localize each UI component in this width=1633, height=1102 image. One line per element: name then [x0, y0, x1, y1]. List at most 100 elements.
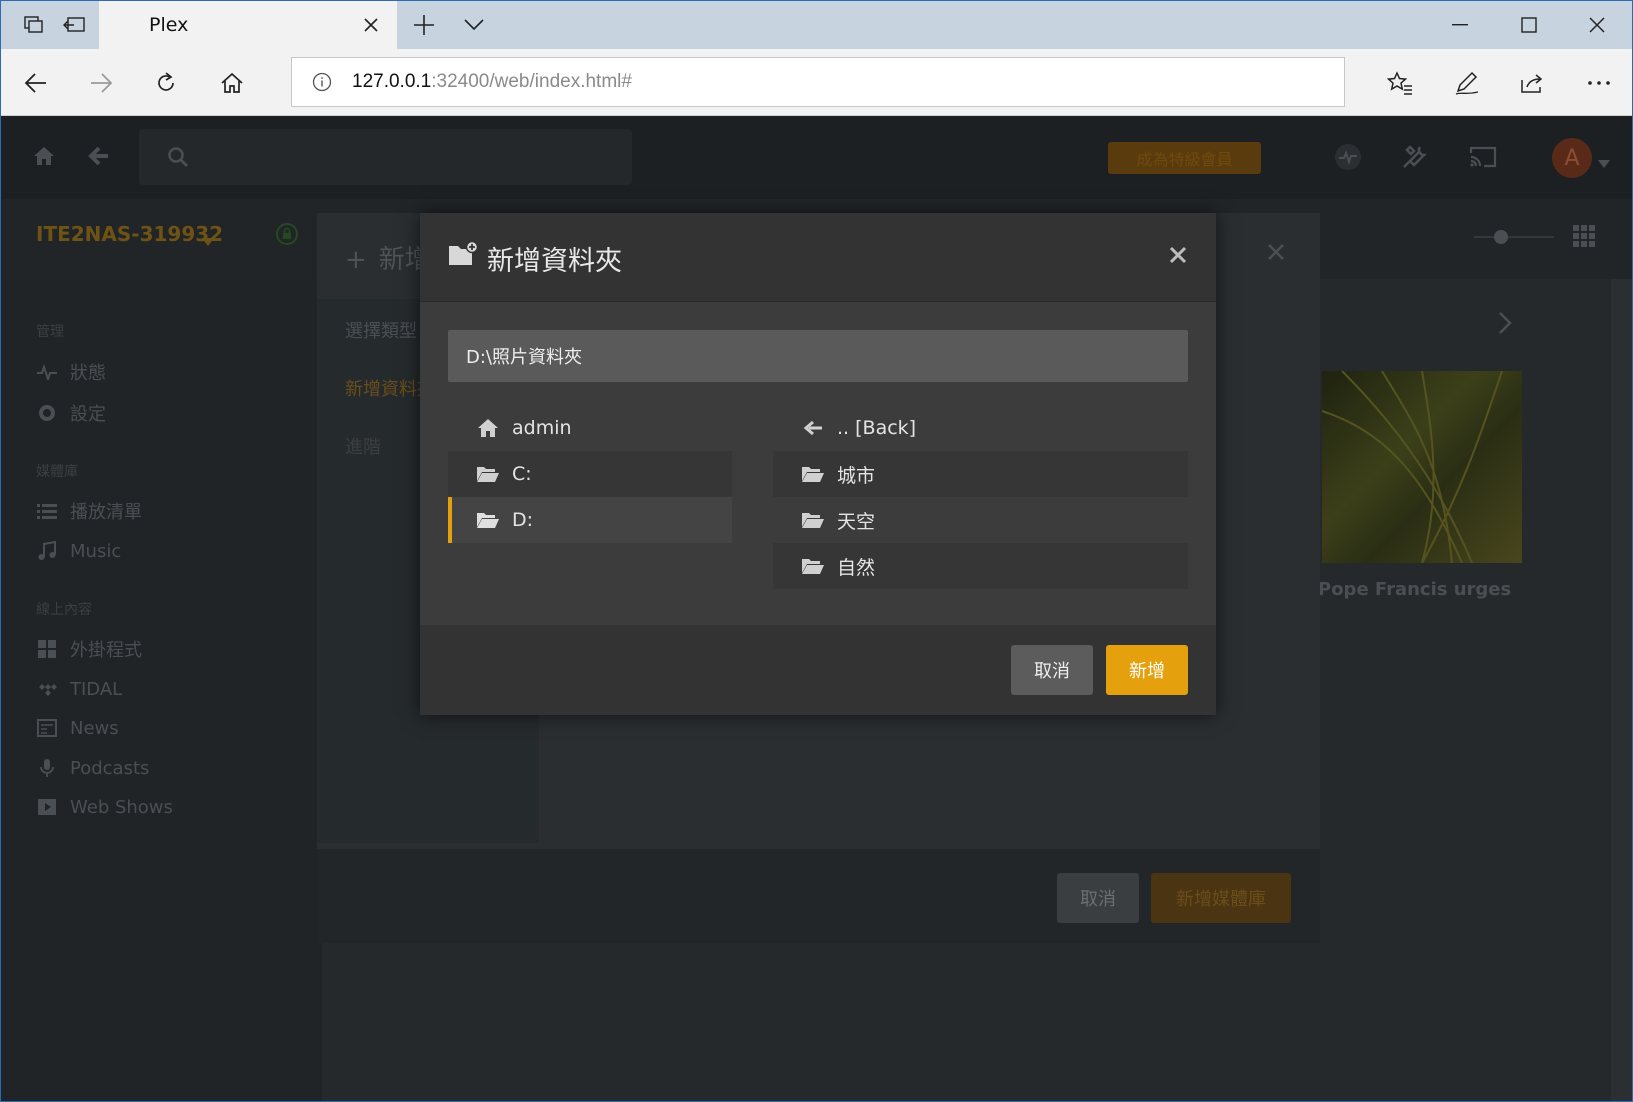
home-icon[interactable] — [208, 59, 256, 107]
cancel-button[interactable]: 取消 — [1011, 645, 1093, 695]
dialog-title: 新增資料夾 — [487, 246, 622, 277]
cast-icon[interactable] — [1468, 145, 1498, 173]
forward-arrow-icon[interactable] — [77, 59, 125, 107]
sidebar-item-label: 設定 — [70, 404, 106, 425]
add-button[interactable]: 新增 — [1106, 645, 1188, 695]
sidebar-item-label: 播放清單 — [70, 502, 142, 523]
folder-open-icon — [799, 555, 827, 577]
search-icon — [167, 146, 189, 172]
server-dropdown-caret-icon[interactable] — [202, 231, 214, 250]
sidebar-item-music[interactable]: Music — [36, 538, 121, 564]
sidebar-item-label: Podcasts — [70, 757, 150, 779]
back-arrow-icon[interactable] — [12, 59, 60, 107]
avatar-chevron-down-icon[interactable] — [1598, 153, 1610, 172]
maximize-icon[interactable] — [1495, 1, 1563, 49]
url-host: 127.0.0.1 — [352, 71, 432, 92]
plugins-grid-icon — [36, 639, 58, 659]
list-item-folder[interactable]: 自然 — [773, 543, 1188, 589]
secure-lock-icon — [276, 223, 298, 249]
home-icon — [474, 417, 502, 439]
plex-home-icon[interactable] — [32, 145, 56, 171]
tidal-icon — [36, 679, 58, 699]
plex-back-icon[interactable] — [86, 145, 110, 171]
tab-preview-chevron-icon[interactable] — [444, 1, 504, 49]
folder-list: .. [Back] 城市 天空 自然 — [773, 405, 1188, 589]
list-item-label: 城市 — [837, 464, 876, 487]
sidebar-item-news[interactable]: News — [36, 715, 119, 741]
list-item-label: 自然 — [837, 556, 876, 579]
grid-view-icon[interactable] — [1573, 225, 1595, 251]
close-window-icon[interactable] — [1563, 1, 1631, 49]
url-path: :32400/web/index.html# — [431, 71, 632, 92]
plex-search-input[interactable] — [139, 129, 632, 185]
library-dialog-close-icon[interactable] — [1267, 243, 1285, 265]
sidebar-item-tidal[interactable]: TIDAL — [36, 676, 122, 702]
refresh-icon[interactable] — [142, 59, 190, 107]
microphone-icon — [36, 758, 58, 778]
server-name[interactable]: ITE2NAS-319932 — [36, 222, 223, 246]
sidebar-section-online: 線上內容 — [36, 602, 92, 618]
folder-open-icon — [474, 463, 502, 485]
carousel-next-chevron-icon[interactable] — [1498, 311, 1512, 339]
folder-open-icon — [474, 509, 502, 531]
zoom-slider-handle[interactable] — [1494, 230, 1508, 244]
browser-window: Plex 127.0.0.1:32400/web/index.html# 成為特… — [0, 0, 1633, 1102]
dialog-header: 新增資料夾 — [420, 213, 1216, 302]
sidebar-item-label: 外掛程式 — [70, 640, 142, 661]
pen-notes-icon[interactable] — [1443, 59, 1491, 107]
sidebar-item-podcasts[interactable]: Podcasts — [36, 755, 149, 781]
page-scrollbar[interactable] — [1611, 279, 1632, 1101]
list-item-folder[interactable]: 城市 — [773, 451, 1188, 497]
music-note-icon — [36, 541, 58, 561]
url-text: 127.0.0.1:32400/web/index.html# — [352, 71, 632, 93]
url-field[interactable]: 127.0.0.1:32400/web/index.html# — [291, 57, 1345, 107]
go-premium-button[interactable]: 成為特級會員 — [1108, 142, 1261, 174]
nav-select-type[interactable]: 選擇類型 — [345, 317, 417, 343]
minimize-icon[interactable] — [1426, 1, 1494, 49]
list-item-admin[interactable]: admin — [448, 405, 732, 451]
nav-advanced-label: 進階 — [345, 437, 381, 458]
dialog-close-icon[interactable] — [1164, 241, 1192, 269]
sidebar-item-status[interactable]: 狀態 — [36, 359, 106, 385]
list-item-c-drive[interactable]: C: — [448, 451, 732, 497]
sidebar-item-webshows[interactable]: Web Shows — [36, 794, 173, 820]
sidebar-item-playlists[interactable]: 播放清單 — [36, 498, 142, 524]
zoom-slider[interactable] — [1474, 236, 1554, 238]
list-item-folder[interactable]: 天空 — [773, 497, 1188, 543]
sidebar-section-manage: 管理 — [36, 324, 64, 340]
set-aside-tabs-icon[interactable] — [41, 1, 107, 49]
news-caption[interactable]: Pope Francis urges — [1318, 579, 1511, 600]
plex-sidebar: 管理 狀態 設定 媒體庫 播放清單 Music 線上內容 外掛程式 TIDAL … — [2, 279, 322, 1101]
list-item-label: admin — [512, 417, 572, 439]
library-cancel-button[interactable]: 取消 — [1057, 873, 1139, 923]
add-library-button[interactable]: 新增媒體庫 — [1151, 873, 1291, 923]
tab-plex[interactable]: Plex — [99, 1, 397, 49]
more-icon[interactable] — [1575, 59, 1623, 107]
news-thumbnail[interactable] — [1322, 371, 1522, 563]
plus-icon: + — [345, 245, 367, 275]
sidebar-item-plugins[interactable]: 外掛程式 — [36, 636, 142, 662]
sidebar-section-library: 媒體庫 — [36, 464, 78, 480]
folder-plus-icon — [448, 240, 479, 271]
plex-top-nav: 成為特級會員 A — [2, 117, 1632, 199]
tab-close-icon[interactable] — [359, 13, 383, 37]
drive-list: admin C: D: — [448, 405, 732, 543]
tab-bar: Plex — [1, 1, 1632, 49]
list-item-back[interactable]: .. [Back] — [773, 405, 1188, 451]
sidebar-item-label: Web Shows — [70, 796, 173, 818]
user-avatar[interactable]: A — [1552, 138, 1592, 178]
list-item-label: D: — [512, 509, 534, 531]
sidebar-item-label: Music — [70, 540, 122, 562]
activity-icon[interactable] — [1334, 143, 1362, 175]
favorites-icon[interactable] — [1376, 59, 1424, 107]
list-item-label: 天空 — [837, 510, 876, 533]
gear-icon — [36, 403, 58, 423]
folder-path-input[interactable] — [448, 330, 1188, 382]
settings-tools-icon[interactable] — [1400, 143, 1428, 175]
nav-advanced[interactable]: 進階 — [345, 433, 381, 459]
site-info-icon[interactable] — [312, 72, 332, 96]
list-item-d-drive[interactable]: D: — [448, 497, 732, 543]
list-icon — [36, 501, 58, 521]
share-icon[interactable] — [1508, 59, 1556, 107]
sidebar-item-settings[interactable]: 設定 — [36, 400, 106, 426]
